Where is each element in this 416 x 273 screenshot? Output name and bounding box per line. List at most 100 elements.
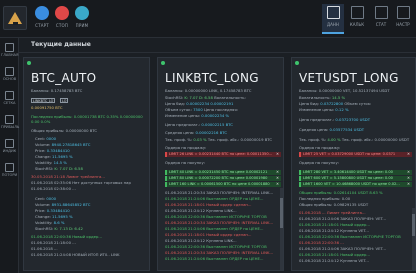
stat-row: Средняя цена: 0.00002216 BTC [165, 130, 228, 135]
sidebar-item-label: ПОТОРИ [1, 173, 18, 177]
buy-order-row[interactable]: LIMIT 600 VET = 5.15800800 USDT по цене:… [299, 176, 412, 181]
log-line: 01.06.2018 02:38:00 ... [31, 186, 76, 191]
stat-row: Cent: 0000 [35, 196, 57, 201]
scrollbar-thumb[interactable] [280, 198, 283, 228]
sidebar-item-label: ПРИБЫЛЬ [1, 125, 20, 129]
stat-row: Volatility: 8.6 % [35, 220, 65, 225]
stop-button[interactable]: СТОП [51, 4, 73, 34]
sidebar-item-label: СЕТКА [3, 101, 16, 105]
tab-data[interactable]: ДАНН [322, 4, 344, 34]
log-line: 01.06.2018 ... [31, 246, 58, 251]
pair-badge-2[interactable]: LO [60, 98, 69, 103]
panel-title: VETUSDT_LONG [299, 71, 399, 85]
sidebar-item-grid[interactable]: СЕТКА [1, 90, 18, 110]
stat-row: Цена предполаг.: 0.00002215 BTC [165, 122, 233, 127]
sidebar-item-main[interactable]: ГЛАВНАЯ [1, 42, 18, 62]
stop-icon [55, 6, 69, 20]
stat-row: Cent: 0000 [35, 136, 57, 141]
sidebar-item-profit[interactable]: ПРИБЫЛЬ [1, 114, 20, 134]
stat-row: Volatility: 14.5 % [35, 160, 67, 165]
play-icon [35, 6, 49, 20]
start-button[interactable]: СТАРТ [31, 4, 53, 34]
divider [19, 52, 416, 53]
log-line: 01.06.2018 22:00:36 Выставлен ИСТОРИЧЕ Т… [299, 234, 401, 239]
buy-order-row[interactable]: LIMIT 160 LINK = 0.00061500 BTC по цене … [165, 182, 281, 187]
tab-stats[interactable]: СТАТ [370, 4, 392, 34]
buy-orders-title: Ордера на покупку: [299, 160, 339, 165]
log-line: 01.06.2018 21:24:06 ЗАКАЗ ПОЛУЧЕН: VET..… [299, 246, 387, 251]
close-icon[interactable]: ✕ [407, 170, 410, 175]
stat-row: Change: 11.5695 % [35, 214, 73, 219]
stat-row: Price: 0.33484410 [35, 208, 70, 213]
apply-label: ПРИМ [75, 23, 89, 28]
sidebar-item-indicators[interactable]: ИНДИК [1, 138, 18, 158]
stat-row: Цена бид: 0.03722800 Объем суток: [299, 101, 372, 106]
last-profit: Последняя прибыль: 0.00 [299, 196, 351, 201]
log-line: 01.06.2018 21:20:34 ЗАКАЗ ПОЛУЧЕН: INTER… [165, 220, 274, 225]
total-profit-2: Общая прибыль: 0.09829135 USDT [299, 202, 369, 207]
log-line: 01.06.2018 21:24:12 Куплено VET... [299, 228, 369, 233]
log-line: 01.06.2018 21:20:34 ЗАКАЗ ПОЛУЧЕН: INTER… [165, 190, 274, 195]
data-icon [326, 6, 340, 19]
sell-orders-title: Ордера на продажу: [299, 145, 341, 150]
tab-calculator-label: КАЛЬК [349, 22, 365, 27]
loss-icon [5, 163, 14, 172]
stat-row: Price: 0.33484410 [35, 148, 70, 153]
sidebar-item-label: ИНДИК [2, 149, 17, 153]
total-profit-text: Общая прибыль: 0.00000000 BTC [31, 128, 98, 133]
buy-order-row[interactable]: LIMIT 1600 VET = 10.46868000 USDT по цен… [299, 182, 412, 187]
buy-order-row[interactable]: LIMIT 280 VET = 3.40614400 USDT по цене:… [299, 170, 412, 175]
log-line: 01.06.2018 21:24:06 Выставлен ОРДЕР по Ц… [165, 196, 264, 201]
close-icon[interactable]: ✕ [276, 152, 279, 157]
sell-orders-title: Ордера на продажу: [165, 145, 207, 150]
stat-row: Изменение цены: 0.00002234 % [165, 113, 230, 118]
close-icon[interactable]: ✕ [276, 182, 279, 187]
stats-icon [374, 6, 388, 19]
apply-button[interactable]: ПРИМ [71, 4, 93, 34]
tab-settings-label: НАСТР [396, 22, 410, 27]
log-line: 01.06.2018 21:24:08 НОВЫЙ ИТ0П ИТ0.. LIN… [31, 252, 120, 257]
log-line: 01.06.2018 21:24:12 Куплено LINK... [165, 238, 237, 243]
stat-row: StochRSI: K: 7.07 D: 6.58 [35, 166, 83, 171]
log-scrollbar[interactable] [412, 208, 415, 270]
stat-row: Volume: 8931.88645852 BTC [35, 202, 91, 207]
buy-order-row[interactable]: LIMIT 40 LINK = 0.00231450 BTC по цене 0… [165, 170, 281, 175]
pair-badge[interactable]: LINKBTC_LO [31, 98, 56, 103]
app-logo [3, 6, 27, 30]
balance-text: Балансы: 0.00000000 VET, 10.52137494 USD… [299, 88, 390, 93]
scrollbar-thumb[interactable] [412, 214, 415, 236]
stat-row: Изменение цены: 0.12 % [299, 107, 349, 112]
grid-icon [5, 91, 14, 100]
sell-order-row[interactable]: LIMIT 26 LINK = 0.00231440 BTC по цене: … [165, 152, 281, 157]
badge-line: 0.00091750 BTC [31, 105, 63, 110]
close-icon[interactable]: ✕ [276, 176, 279, 181]
log-scrollbar[interactable] [280, 188, 283, 270]
tab-calculator[interactable]: КАЛЬК [346, 4, 368, 34]
total-profit: Общая прибыль: 0.02614104 USDT 8.63 % [299, 190, 383, 195]
log-line: 01.06.2018 21:18:01 Новый ордер сделан..… [165, 202, 252, 207]
close-icon[interactable]: ✕ [407, 152, 410, 157]
chart-icon [5, 139, 14, 148]
panel-title: BTC_AUTO [31, 71, 97, 85]
stat-row: Объем суток: 7500 Цена последняя: [165, 107, 238, 112]
log-line: 01.06.2018 21:24:06 Выставлен ОРДЕР по Ц… [165, 256, 264, 261]
buy-orders-title: Ордера на покупку: [165, 160, 205, 165]
calculator-icon [350, 6, 364, 19]
log-line: 01.06.2018 21:24:06 ЗАКАЗ ПОЛУЧЕН: VET..… [299, 216, 387, 221]
log-line: 01.06.2018 21:18:01 Новый ордер... [299, 222, 371, 227]
profit-icon [5, 115, 14, 124]
sidebar-item-losses[interactable]: ПОТОРИ [1, 162, 18, 182]
tab-settings[interactable]: НАСТР [392, 4, 414, 34]
sidebar-item-basic[interactable]: ОСНОВ [1, 66, 18, 86]
sidebar-item-label: ОСНОВ [2, 77, 17, 81]
close-icon[interactable]: ✕ [407, 182, 410, 187]
balance-text: Балансы: 0.00000000 LINK, 0.17458783 BTC [165, 88, 252, 93]
log-line: 01.06.2018 02:35:06 Нет доступных торгов… [31, 180, 131, 185]
close-icon[interactable]: ✕ [407, 176, 410, 181]
bot-panel-btc-auto: BTC_AUTO Балансы: 0.17458783 BTC LINKBTC… [23, 57, 150, 271]
stat-row: Волатильность: 14.5 % [299, 95, 346, 100]
stat-row: Цена предполаг.: 0.03723700 USDT [299, 117, 371, 122]
sell-order-row[interactable]: LIMIT 25 VET = 0.03729000 USDT по цене: … [299, 152, 412, 157]
buy-order-row[interactable]: LIMIT 80 LINK = 0.00072200 BTC по цене 0… [165, 176, 281, 181]
close-icon[interactable]: ✕ [276, 170, 279, 175]
